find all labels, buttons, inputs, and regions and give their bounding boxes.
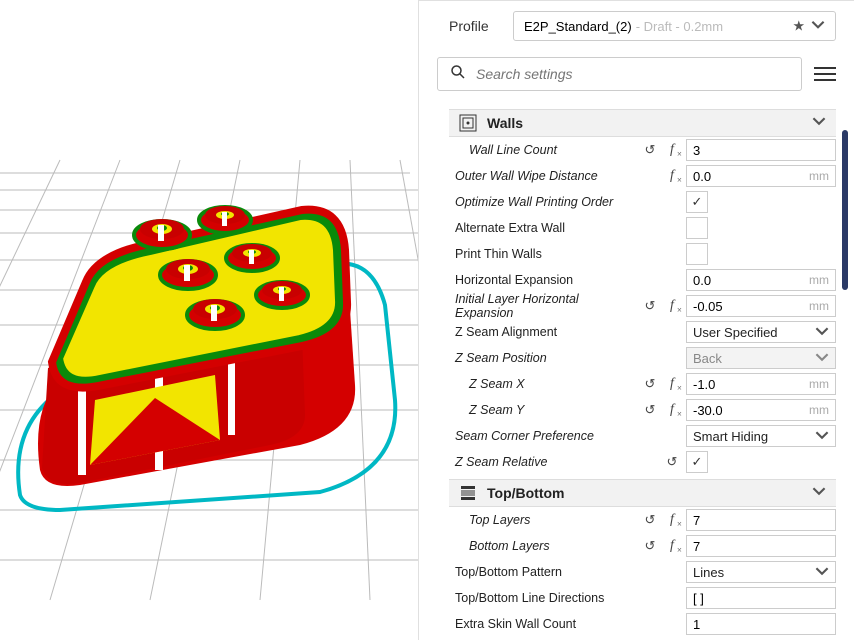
setting-optimize-wall-printing-order: Optimize Wall Printing Order (449, 189, 836, 215)
top-layers-input[interactable] (686, 509, 836, 531)
profile-name: E2P_Standard_(2) (524, 19, 632, 34)
profile-row: Profile E2P_Standard_(2) - Draft - 0.2mm… (419, 1, 854, 51)
profile-suffix: - Draft - 0.2mm (636, 19, 723, 34)
topbottom-icon (459, 484, 477, 502)
settings-panel: Profile E2P_Standard_(2) - Draft - 0.2mm… (418, 0, 854, 640)
setting-extra-skin-wall-count: Extra Skin Wall Count (449, 611, 836, 637)
fx-icon[interactable]: f (664, 376, 680, 392)
section-topbottom[interactable]: Top/Bottom (449, 479, 836, 507)
setting-alternate-extra-wall: Alternate Extra Wall (449, 215, 836, 241)
z-seam-relative-checkbox[interactable] (686, 451, 708, 473)
chevron-down-icon (815, 324, 829, 341)
search-row (419, 51, 854, 97)
setting-z-seam-position: Z Seam Position Back (449, 345, 836, 371)
setting-z-seam-alignment: Z Seam Alignment User Specified (449, 319, 836, 345)
reset-icon[interactable]: ↺ (642, 298, 658, 314)
3d-viewport[interactable] (0, 0, 418, 640)
optimize-wall-printing-order-checkbox[interactable] (686, 191, 708, 213)
chevron-down-icon (815, 564, 829, 581)
setting-z-seam-y: Z Seam Y ↺f mm (449, 397, 836, 423)
outer-wall-wipe-distance-input[interactable]: mm (686, 165, 836, 187)
z-seam-y-input[interactable]: mm (686, 399, 836, 421)
reset-icon[interactable]: ↺ (642, 376, 658, 392)
fx-icon[interactable]: f (664, 402, 680, 418)
chevron-down-icon (812, 114, 826, 133)
setting-top-bottom-pattern: Top/Bottom Pattern Lines (449, 559, 836, 585)
bottom-layers-input[interactable] (686, 535, 836, 557)
star-icon[interactable]: ★ (792, 18, 805, 35)
settings-list[interactable]: Walls Wall Line Count ↺ f Outer Wall Wip… (419, 97, 854, 640)
profile-select[interactable]: E2P_Standard_(2) - Draft - 0.2mm ★ (513, 11, 836, 41)
walls-icon (459, 114, 477, 132)
reset-icon[interactable]: ↺ (664, 454, 680, 470)
z-seam-x-input[interactable]: mm (686, 373, 836, 395)
initial-layer-horizontal-expansion-input[interactable]: mm (686, 295, 836, 317)
setting-top-layers: Top Layers ↺f (449, 507, 836, 533)
setting-seam-corner-preference: Seam Corner Preference Smart Hiding (449, 423, 836, 449)
section-title: Top/Bottom (487, 485, 812, 501)
setting-outer-wall-wipe-distance: Outer Wall Wipe Distance f mm (449, 163, 836, 189)
section-walls[interactable]: Walls (449, 109, 836, 137)
print-thin-walls-checkbox[interactable] (686, 243, 708, 265)
section-title: Walls (487, 115, 812, 131)
setting-top-bottom-line-directions: Top/Bottom Line Directions (449, 585, 836, 611)
setting-horizontal-expansion: Horizontal Expansion mm (449, 267, 836, 293)
z-seam-alignment-select[interactable]: User Specified (686, 321, 836, 343)
alternate-extra-wall-checkbox[interactable] (686, 217, 708, 239)
reset-icon[interactable]: ↺ (642, 512, 658, 528)
scrollbar[interactable] (842, 130, 848, 290)
fx-icon[interactable]: f (664, 512, 680, 528)
chevron-down-icon (815, 428, 829, 445)
reset-icon[interactable]: ↺ (642, 402, 658, 418)
setting-wall-line-count: Wall Line Count ↺ f (449, 137, 836, 163)
chevron-down-icon (815, 350, 829, 367)
fx-icon[interactable]: f (664, 168, 680, 184)
setting-z-seam-x: Z Seam X ↺f mm (449, 371, 836, 397)
setting-initial-layer-horizontal-expansion: Initial Layer Horizontal Expansion ↺f mm (449, 293, 836, 319)
profile-label: Profile (449, 18, 507, 34)
fx-icon[interactable]: f (664, 298, 680, 314)
search-box[interactable] (437, 57, 802, 91)
setting-bottom-layers: Bottom Layers ↺f (449, 533, 836, 559)
reset-icon[interactable]: ↺ (642, 538, 658, 554)
reset-icon[interactable]: ↺ (642, 142, 658, 158)
extra-skin-wall-count-input[interactable] (686, 613, 836, 635)
fx-icon[interactable]: f (664, 142, 680, 158)
fx-icon[interactable]: f (664, 538, 680, 554)
z-seam-position-select[interactable]: Back (686, 347, 836, 369)
menu-icon[interactable] (814, 67, 836, 81)
horizontal-expansion-input[interactable]: mm (686, 269, 836, 291)
top-bottom-line-directions-input[interactable] (686, 587, 836, 609)
search-input[interactable] (476, 66, 789, 82)
build-plate-grid (0, 0, 418, 640)
setting-z-seam-relative: Z Seam Relative ↺ (449, 449, 836, 475)
search-icon (450, 64, 466, 85)
chevron-down-icon[interactable] (811, 18, 825, 35)
seam-corner-preference-select[interactable]: Smart Hiding (686, 425, 836, 447)
wall-line-count-input[interactable] (686, 139, 836, 161)
top-bottom-pattern-select[interactable]: Lines (686, 561, 836, 583)
chevron-down-icon (812, 484, 826, 503)
setting-print-thin-walls: Print Thin Walls (449, 241, 836, 267)
